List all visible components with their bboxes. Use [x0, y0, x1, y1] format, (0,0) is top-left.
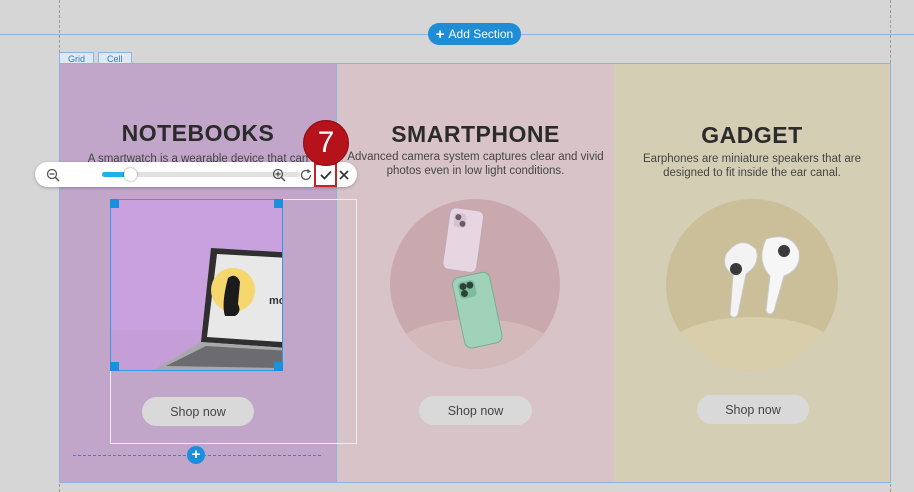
- notebook-image: mockup design: [111, 200, 283, 370]
- crop-handle-bottom-right[interactable]: [274, 362, 283, 371]
- zoom-out-icon[interactable]: [44, 166, 61, 183]
- product-card-gadget[interactable]: GADGET Earphones are miniature speakers …: [614, 64, 890, 482]
- card-title: GADGET: [701, 122, 803, 148]
- check-icon: [319, 170, 332, 180]
- shop-now-button[interactable]: Shop now: [419, 396, 532, 425]
- add-section-label: Add Section: [448, 27, 514, 41]
- smartphone-image[interactable]: [390, 199, 560, 369]
- crop-area[interactable]: mockup design: [110, 199, 283, 371]
- crop-handle-top-left[interactable]: [110, 199, 119, 208]
- card-title: NOTEBOOKS: [121, 120, 275, 146]
- rotate-icon[interactable]: [297, 166, 314, 183]
- card-title: SMARTPHONE: [391, 121, 560, 147]
- card-description: Advanced camera system captures clear an…: [347, 151, 604, 177]
- product-card-smartphone[interactable]: SMARTPHONE Advanced camera system captur…: [337, 64, 614, 482]
- plus-icon: +: [435, 25, 445, 43]
- card-description: Earphones are miniature speakers that ar…: [643, 153, 861, 179]
- image-zoom-toolbar: [35, 162, 357, 187]
- crop-handle-top-right[interactable]: [274, 199, 283, 208]
- zoom-slider-thumb[interactable]: [124, 168, 137, 181]
- gadget-image[interactable]: [666, 199, 838, 371]
- zoom-in-icon[interactable]: [270, 166, 287, 183]
- close-icon[interactable]: [335, 166, 352, 183]
- add-block-button[interactable]: +: [187, 446, 205, 464]
- crop-handle-bottom-left[interactable]: [110, 362, 119, 371]
- mockup-text: mockup design: [269, 295, 283, 307]
- shop-now-button[interactable]: Shop now: [697, 395, 809, 424]
- add-section-button[interactable]: + Add Section: [428, 23, 521, 45]
- earbuds-illustration: [668, 236, 836, 371]
- smartphone-illustration: [395, 207, 555, 369]
- confirm-crop-button[interactable]: [314, 163, 337, 187]
- step-number-badge: 7: [303, 120, 349, 166]
